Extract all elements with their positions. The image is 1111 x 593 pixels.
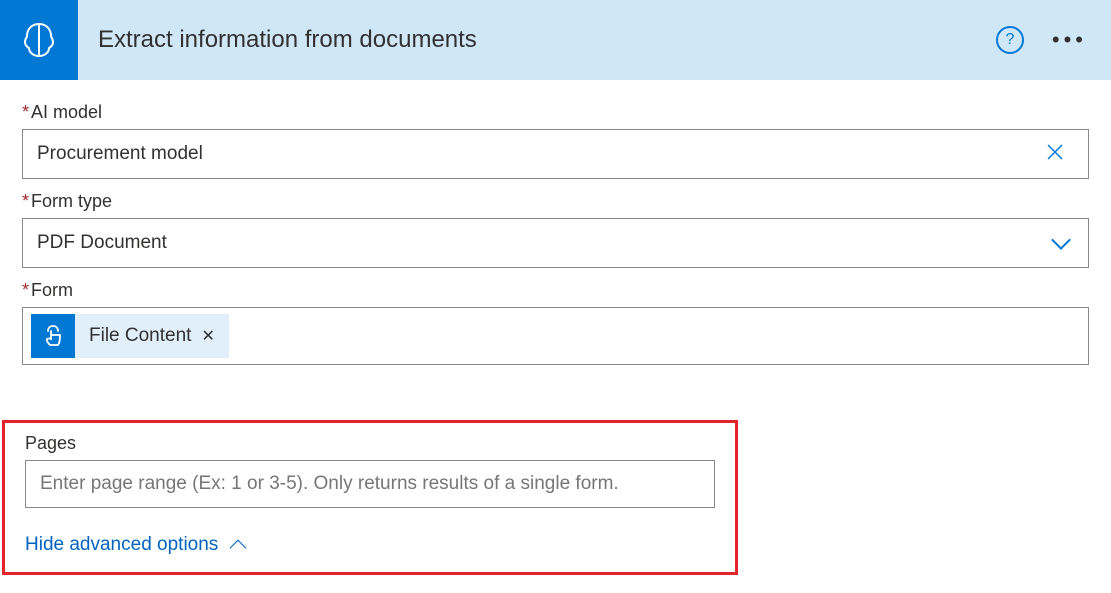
form-type-label: *Form type: [22, 191, 1089, 212]
touch-icon: [31, 314, 75, 358]
ai-model-label: *AI model: [22, 102, 1089, 123]
form-type-value: PDF Document: [37, 232, 1054, 254]
field-form-type: *Form type PDF Document: [22, 191, 1089, 268]
hide-advanced-label: Hide advanced options: [25, 534, 218, 556]
hide-advanced-link[interactable]: Hide advanced options: [25, 534, 244, 556]
form-body: *AI model Procurement model *Form type P…: [0, 80, 1111, 365]
form-label: *Form: [22, 280, 1089, 301]
token-remove-icon[interactable]: ✕: [201, 326, 228, 346]
chevron-up-icon: [230, 540, 247, 557]
action-brain-icon: [0, 0, 78, 80]
field-form: *Form File Content ✕: [22, 280, 1089, 365]
ai-model-value: Procurement model: [37, 143, 1036, 165]
form-input[interactable]: File Content ✕: [22, 307, 1089, 365]
pages-label: Pages: [25, 433, 715, 454]
clear-ai-model-icon[interactable]: [1036, 137, 1074, 171]
field-ai-model: *AI model Procurement model: [22, 102, 1089, 179]
help-icon[interactable]: ?: [996, 26, 1024, 54]
highlighted-region: Pages Hide advanced options: [2, 420, 738, 575]
pages-input[interactable]: [25, 460, 715, 508]
ai-model-input[interactable]: Procurement model: [22, 129, 1089, 179]
chevron-down-icon[interactable]: [1051, 230, 1071, 250]
action-header: Extract information from documents ? •••: [0, 0, 1111, 80]
action-title: Extract information from documents: [98, 26, 996, 54]
file-content-token[interactable]: File Content ✕: [31, 314, 229, 358]
token-label: File Content: [75, 325, 201, 347]
form-type-select[interactable]: PDF Document: [22, 218, 1089, 268]
more-menu-icon[interactable]: •••: [1046, 27, 1093, 53]
